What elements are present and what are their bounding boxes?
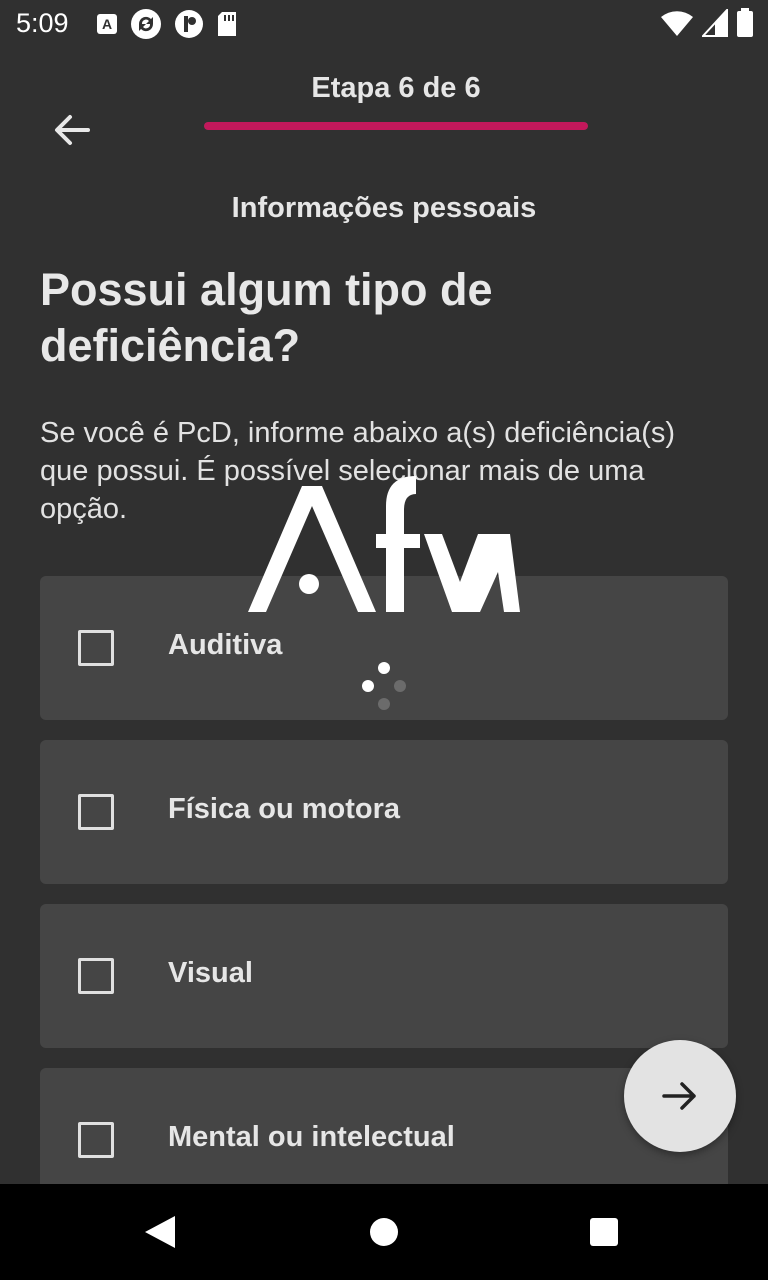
checkbox[interactable] [78,958,114,994]
profile-app-icon [175,10,203,38]
checkbox[interactable] [78,630,114,666]
nav-home-icon [370,1218,398,1246]
status-time: 5:09 [16,8,69,38]
sd-card-icon [218,12,236,36]
nav-back-button[interactable] [136,1208,184,1256]
arrow-back-icon [55,115,90,145]
svg-text:A: A [102,16,112,32]
notification-icons: A [96,8,238,40]
nav-recents-icon [590,1218,618,1246]
arrow-forward-icon [662,1082,696,1110]
status-bar: 5:09 A [0,0,768,48]
question-title: Possui algum tipo de deficiência? [40,264,493,371]
nav-home-button[interactable] [360,1208,408,1256]
screen: 5:09 A Etapa 6 de 6 Informações pessoais… [0,0,768,1280]
section-title: Informações pessoais [231,192,537,224]
checkbox[interactable] [78,794,114,830]
battery-icon [737,8,753,37]
progress-fill [204,122,588,130]
option-visual[interactable]: Visual [40,904,728,1048]
progress-bar [204,122,588,130]
signal-icon [702,9,728,37]
nav-recents-button[interactable] [580,1208,628,1256]
option-label: Mental ou intelectual [168,1121,455,1153]
afya-logo [248,476,520,612]
system-icons [660,8,754,38]
next-button[interactable] [624,1040,736,1152]
back-button[interactable] [46,104,98,156]
navigation-bar [0,1184,768,1280]
option-label: Física ou motora [168,793,401,825]
nav-back-icon [145,1216,175,1248]
loading-spinner [362,662,406,710]
step-label: Etapa 6 de 6 [311,72,481,104]
checkbox[interactable] [78,1122,114,1158]
option-fisica-motora[interactable]: Física ou motora [40,740,728,884]
option-label: Visual [168,957,253,989]
wifi-icon [661,11,693,37]
option-label: Auditiva [168,629,283,661]
font-app-icon: A [97,14,117,34]
sync-app-icon [131,9,161,39]
